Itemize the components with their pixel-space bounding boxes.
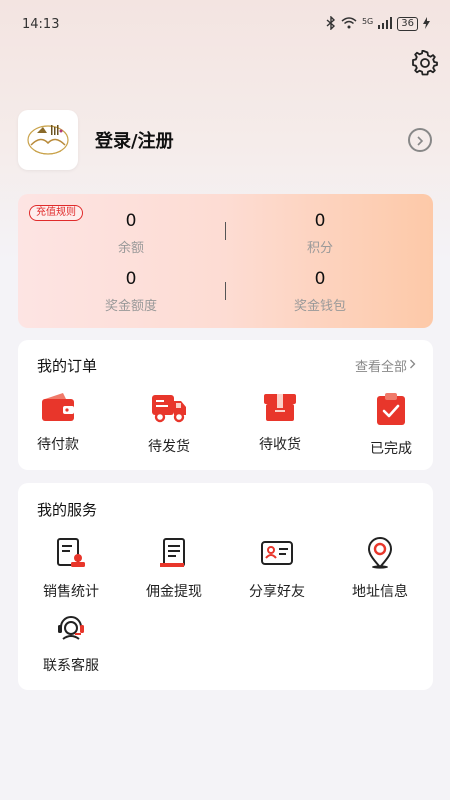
status-bar: 14:13 5G 36 (0, 0, 450, 48)
order-pending-payment[interactable]: 待付款 (6, 392, 110, 454)
divider (225, 282, 226, 300)
id-card-icon (260, 537, 294, 573)
headset-icon (55, 611, 87, 647)
wallet-icon (41, 392, 75, 426)
status-icons: 5G 36 (326, 14, 430, 33)
services-card: 我的服务 销售统计 佣金提现 分享好友 地址信息 联系客服 (18, 483, 433, 690)
location-pin-icon (365, 537, 395, 573)
commission-doc-icon (158, 537, 190, 573)
service-address-info[interactable]: 地址信息 (328, 537, 432, 601)
bonus-wallet-stat[interactable]: 0 奖金钱包 (240, 268, 400, 314)
charging-icon (423, 16, 430, 32)
service-commission-withdraw[interactable]: 佣金提现 (122, 537, 226, 601)
points-value: 0 (314, 211, 326, 231)
gear-icon (412, 49, 438, 80)
box-icon (263, 392, 297, 426)
order-completed[interactable]: 已完成 (339, 392, 443, 458)
bonus-wallet-value: 0 (314, 269, 326, 289)
pending-receipt-label: 待收货 (259, 437, 301, 453)
divider (225, 222, 226, 240)
pending-payment-label: 待付款 (37, 437, 79, 453)
bonus-quota-stat[interactable]: 0 奖金额度 (51, 268, 211, 314)
wallet-card: 充值规则 0 余额 0 积分 0 奖金额度 0 奖金钱包 (18, 194, 433, 328)
balance-label: 余额 (117, 241, 144, 256)
bonus-quota-value: 0 (125, 269, 137, 289)
order-pending-receipt[interactable]: 待收货 (228, 392, 332, 454)
clipboard-check-icon (376, 392, 406, 430)
status-time: 14:13 (22, 16, 60, 32)
wifi-icon (341, 16, 357, 32)
orders-title: 我的订单 (37, 357, 98, 375)
bluetooth-icon (326, 14, 336, 33)
balance-value: 0 (125, 211, 137, 231)
logo-icon (23, 113, 73, 167)
completed-label: 已完成 (370, 441, 412, 457)
points-label: 积分 (306, 241, 333, 256)
login-register-link[interactable]: 登录/注册 (95, 127, 408, 153)
chevron-right-icon (409, 358, 416, 373)
view-all-label: 查看全部 (354, 360, 407, 375)
points-stat[interactable]: 0 积分 (240, 210, 400, 256)
chevron-right-icon (415, 131, 425, 150)
profile-arrow-button[interactable] (408, 128, 432, 152)
services-title: 我的服务 (37, 501, 98, 519)
customer-support-label: 联系客服 (43, 658, 99, 674)
service-customer-support[interactable]: 联系客服 (19, 611, 123, 675)
orders-card: 我的订单 查看全部 待付款 待发货 待收货 已完成 (18, 340, 433, 470)
order-pending-shipment[interactable]: 待发货 (117, 392, 221, 456)
bonus-quota-label: 奖金额度 (104, 299, 157, 314)
sales-stats-label: 销售统计 (43, 584, 99, 600)
profile-row[interactable]: 登录/注册 (18, 110, 434, 170)
share-friends-label: 分享好友 (249, 584, 305, 600)
pending-shipment-label: 待发货 (148, 439, 190, 455)
network-label: 5G (361, 16, 374, 26)
truck-icon (151, 392, 187, 428)
service-sales-stats[interactable]: 销售统计 (19, 537, 123, 601)
service-share-friends[interactable]: 分享好友 (225, 537, 329, 601)
battery-level: 36 (397, 17, 418, 31)
view-all-orders-link[interactable]: 查看全部 (355, 356, 416, 375)
settings-button[interactable] (410, 49, 440, 80)
commission-withdraw-label: 佣金提现 (146, 584, 202, 600)
avatar[interactable] (18, 110, 78, 170)
bonus-wallet-label: 奖金钱包 (293, 299, 346, 314)
sales-report-icon (55, 537, 87, 573)
address-info-label: 地址信息 (352, 584, 408, 600)
signal-icon (378, 16, 393, 32)
balance-stat[interactable]: 0 余额 (51, 210, 211, 256)
